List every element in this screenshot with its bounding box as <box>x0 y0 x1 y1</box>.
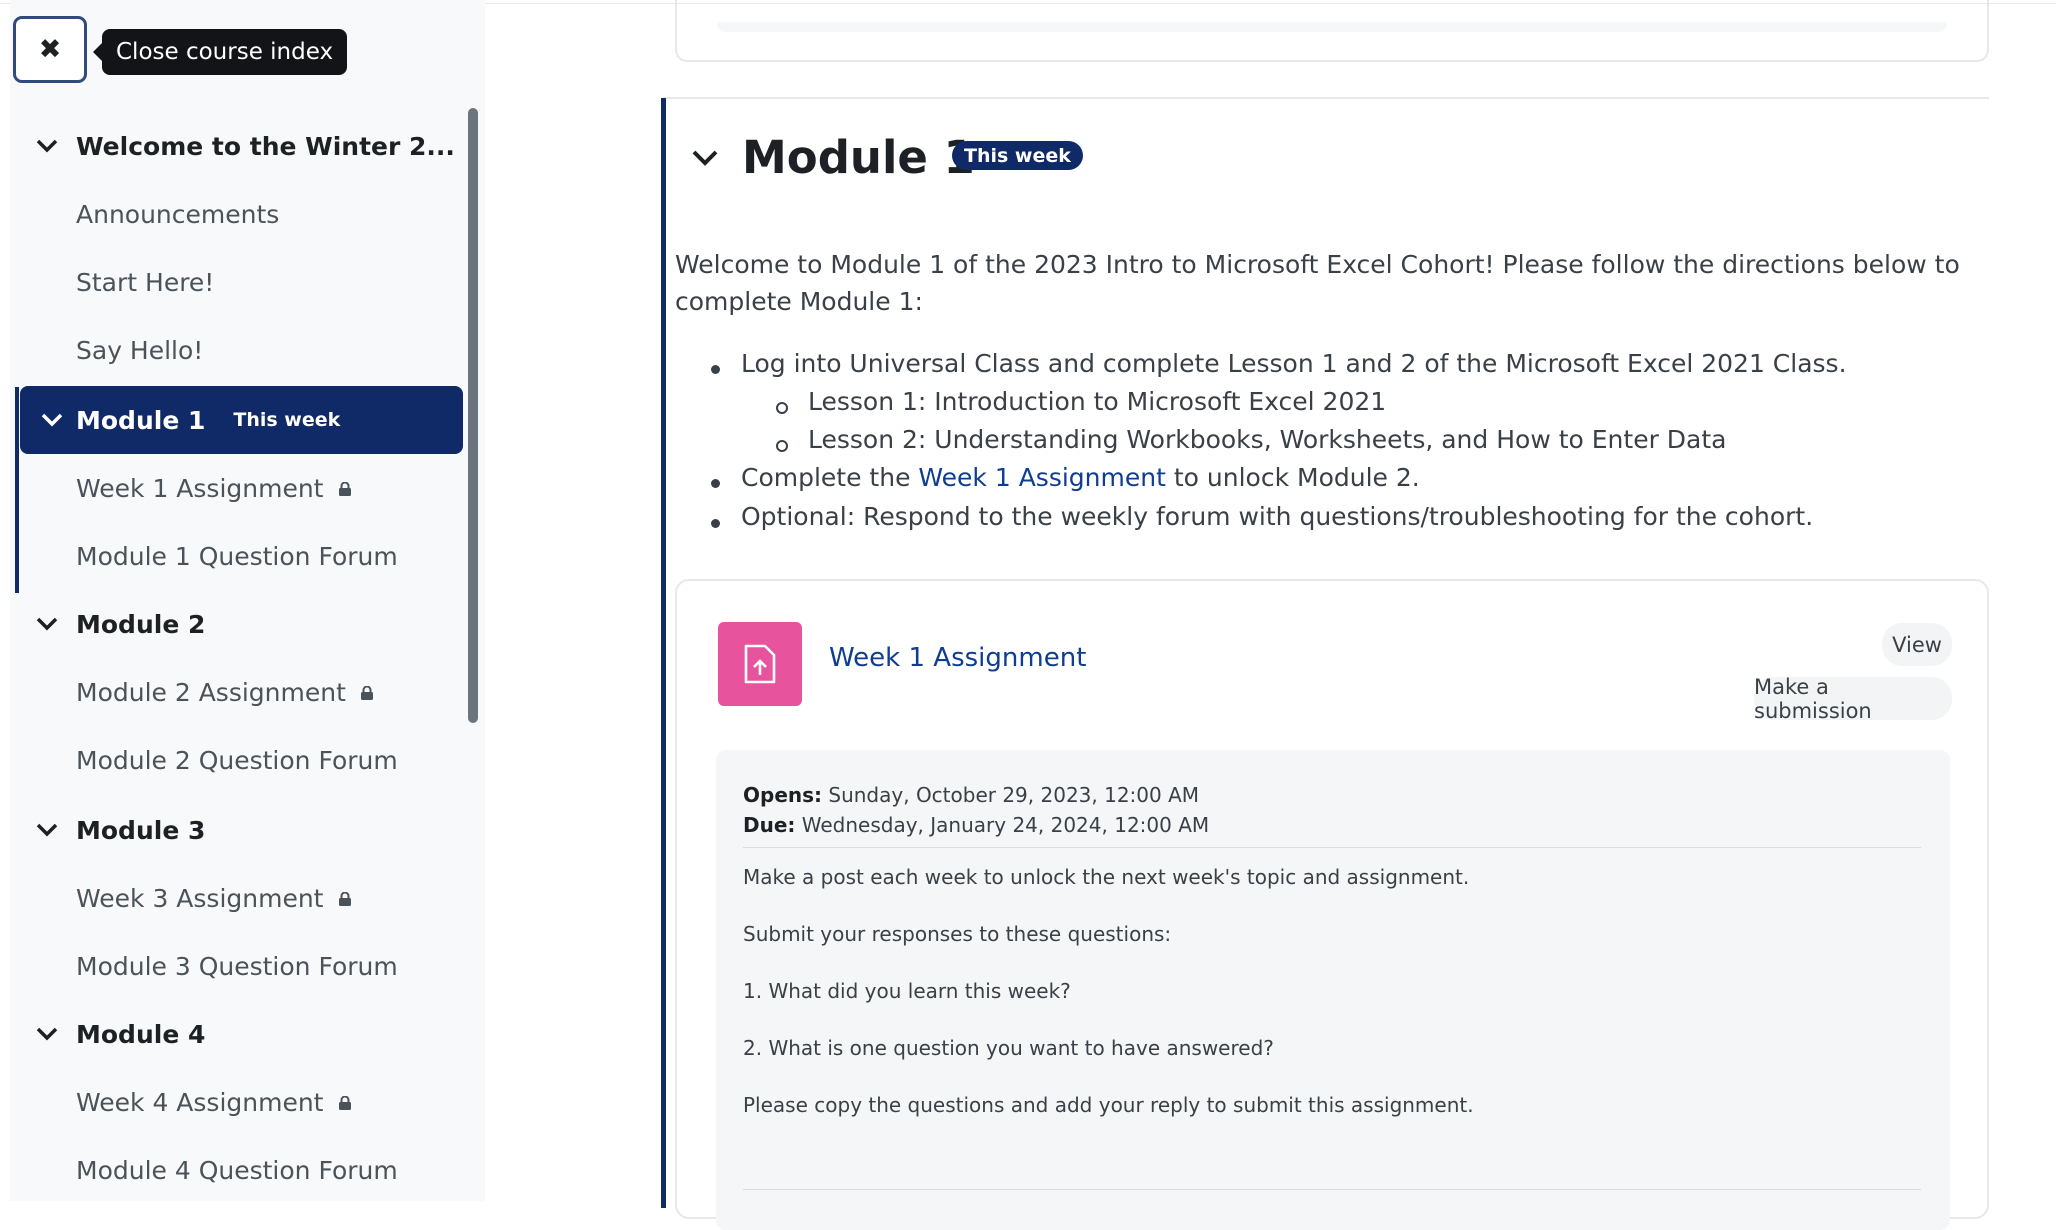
course-index-item[interactable]: Say Hello! <box>10 316 455 384</box>
course-index-item[interactable]: Announcements <box>10 180 455 248</box>
activity-description-line: Please copy the questions and add your r… <box>743 1093 1474 1117</box>
this-week-badge: This week <box>233 409 341 431</box>
course-index-section-module-3[interactable]: Module 3 <box>10 796 455 864</box>
this-week-badge: This week <box>952 141 1083 170</box>
view-button[interactable]: View <box>1882 623 1952 666</box>
list-item: Log into Universal Class and complete Le… <box>741 349 1847 378</box>
lock-icon <box>338 1096 351 1110</box>
close-course-index-tooltip: Close course index <box>92 29 348 75</box>
item-label: Module 3 Question Forum <box>76 951 398 981</box>
item-label: Module 2 Assignment <box>76 677 346 707</box>
current-section-bar <box>661 98 666 1208</box>
section-title: Module 4 <box>76 1019 206 1049</box>
course-index-section-module-2[interactable]: Module 2 <box>10 590 455 658</box>
previous-section-card <box>675 0 1989 62</box>
item-label: Week 3 Assignment <box>76 883 324 913</box>
chevron-down-icon[interactable] <box>10 822 76 838</box>
course-index-item[interactable]: Week 4 Assignment <box>10 1068 455 1136</box>
course-index-item[interactable]: Week 1 Assignment <box>10 454 455 522</box>
week-1-assignment-link[interactable]: Week 1 Assignment <box>918 463 1166 492</box>
chevron-down-icon[interactable] <box>10 1026 76 1042</box>
section-title: Module 1 <box>76 405 206 435</box>
course-index-item[interactable]: Week 3 Assignment <box>10 864 455 932</box>
activity-description-line: 1. What did you learn this week? <box>743 979 1071 1003</box>
close-icon: ✖ <box>38 34 62 65</box>
item-label: Module 1 Question Forum <box>76 541 398 571</box>
section-title: Module 1 <box>742 131 975 184</box>
activity-information: Opens: Sunday, October 29, 2023, 12:00 A… <box>716 750 1950 1230</box>
course-index-item[interactable]: Module 4 Question Forum <box>10 1136 455 1201</box>
list-item: Complete the Week 1 Assignment to unlock… <box>741 463 1420 492</box>
item-label: Week 4 Assignment <box>76 1087 324 1117</box>
activity-dates: Opens: Sunday, October 29, 2023, 12:00 A… <box>743 783 1210 837</box>
close-course-index-button[interactable]: ✖ <box>13 16 87 83</box>
activity-description-line: Submit your responses to these questions… <box>743 922 1172 946</box>
chevron-down-icon[interactable] <box>20 412 76 428</box>
list-item: Lesson 2: Understanding Workbooks, Works… <box>808 425 1727 454</box>
item-label: Week 1 Assignment <box>76 473 324 503</box>
activity-card: Week 1 Assignment View Make a submission… <box>675 579 1989 1230</box>
make-submission-button[interactable]: Make a submission <box>1754 675 1952 723</box>
course-index-item[interactable]: Module 2 Assignment <box>10 658 455 726</box>
lock-icon <box>338 482 351 496</box>
course-index-section-welcome[interactable]: Welcome to the Winter 2... <box>10 112 455 180</box>
list-item: Optional: Respond to the weekly forum wi… <box>741 502 1814 531</box>
section-title: Module 2 <box>76 609 206 639</box>
activity-description-line: 2. What is one question you want to have… <box>743 1036 1274 1060</box>
divider <box>743 1189 1921 1190</box>
section-title: Welcome to the Winter 2... <box>76 131 455 161</box>
activity-name-link[interactable]: Week 1 Assignment <box>829 643 1086 673</box>
course-index-item[interactable]: Module 3 Question Forum <box>10 932 455 1000</box>
list-item: Lesson 1: Introduction to Microsoft Exce… <box>808 387 1387 416</box>
course-index-drawer: ✖ Close course index Welcome to the Wint… <box>10 0 485 1201</box>
lock-icon <box>360 686 373 700</box>
section-summary: Welcome to Module 1 of the 2023 Intro to… <box>675 250 1960 316</box>
chevron-down-icon[interactable] <box>10 138 76 154</box>
item-label: Module 4 Question Forum <box>76 1155 398 1185</box>
course-index-item[interactable]: Module 2 Question Forum <box>10 726 455 794</box>
item-label: Say Hello! <box>76 335 204 365</box>
activity-description-line: Make a post each week to unlock the next… <box>743 865 1470 889</box>
assignment-upload-icon[interactable] <box>718 622 802 706</box>
chevron-down-icon[interactable] <box>10 616 76 632</box>
course-index-item[interactable]: Start Here! <box>10 248 455 316</box>
item-label: Module 2 Question Forum <box>76 745 398 775</box>
section-divider <box>663 97 1989 99</box>
course-index-item[interactable]: Module 1 Question Forum <box>10 522 455 590</box>
section-title: Module 3 <box>76 815 206 845</box>
item-label: Start Here! <box>76 267 215 297</box>
chevron-down-icon[interactable] <box>690 148 720 168</box>
course-index-section-module-1[interactable]: Module 1 This week <box>20 386 463 454</box>
item-label: Announcements <box>76 199 280 229</box>
divider <box>743 847 1921 848</box>
sidebar-scrollbar[interactable] <box>468 108 478 723</box>
course-index-section-module-4[interactable]: Module 4 <box>10 1000 455 1068</box>
lock-icon <box>338 892 351 906</box>
